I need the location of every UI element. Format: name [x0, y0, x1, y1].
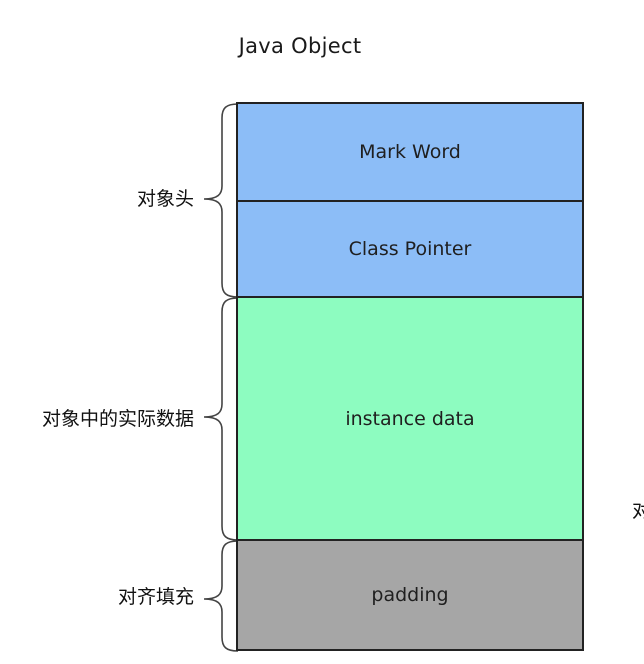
brace-header — [203, 103, 239, 298]
instance-data-block: instance data — [236, 296, 584, 541]
clipped-edge-text: 对 — [632, 500, 644, 522]
brace-padding — [203, 540, 239, 652]
mark-word-block: Mark Word — [236, 102, 584, 202]
class-pointer-block: Class Pointer — [236, 200, 584, 298]
brace-instance-data — [203, 297, 239, 541]
instance-data-label: instance data — [345, 407, 475, 430]
class-pointer-label: Class Pointer — [348, 238, 472, 260]
padding-brace-label: 对齐填充 — [117, 586, 194, 608]
object-header-label: 对象头 — [136, 188, 194, 210]
instance-data-brace-label: 对象中的实际数据 — [41, 408, 194, 430]
mark-word-label: Mark Word — [359, 141, 461, 163]
padding-block: padding — [236, 539, 584, 651]
padding-label: padding — [371, 584, 449, 606]
